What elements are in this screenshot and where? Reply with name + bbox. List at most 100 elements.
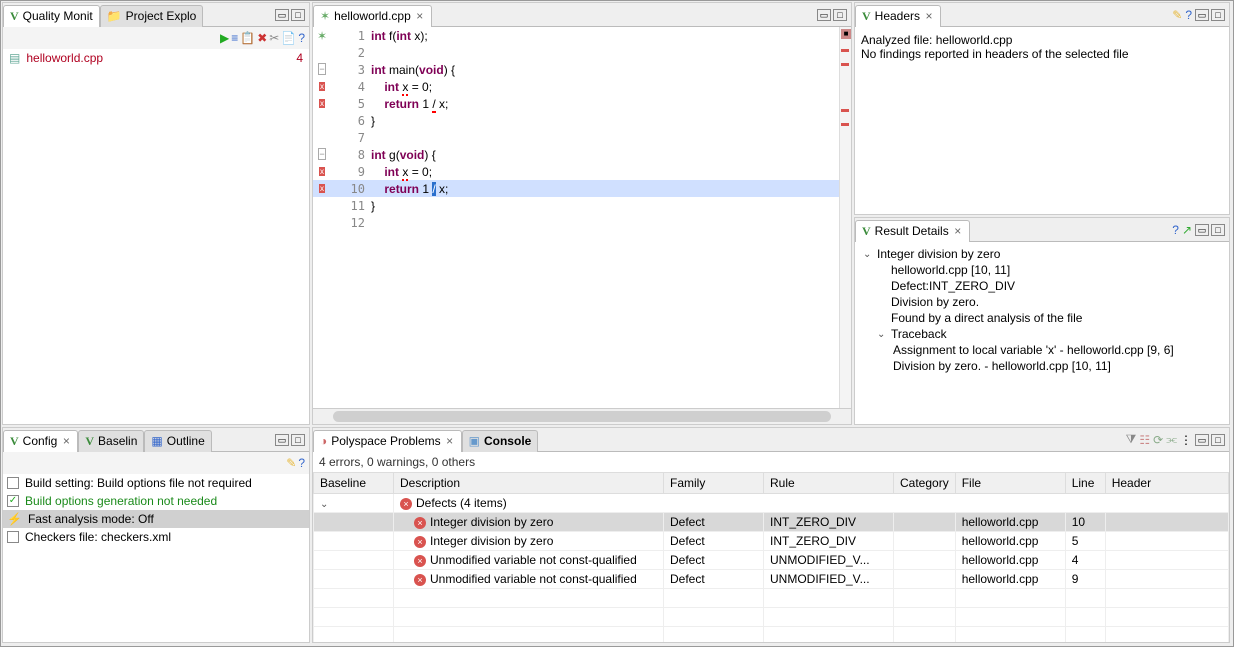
code-line[interactable]: −3int main(void) { [313, 61, 839, 78]
config-item[interactable]: ⚡Fast analysis mode: Off [3, 510, 309, 528]
code-line[interactable]: x9 int x = 0; [313, 163, 839, 180]
tab-project-explorer[interactable]: 📁 Project Explo [100, 5, 204, 27]
edit-icon[interactable]: ✎ [1172, 8, 1182, 22]
filter-icon[interactable]: ⧩ [1126, 432, 1137, 447]
code-line[interactable]: 7 [313, 129, 839, 146]
note-icon[interactable]: 📄 [281, 31, 296, 45]
tab-result-details[interactable]: V Result Details × [855, 220, 970, 242]
tab-config[interactable]: V Config × [3, 430, 78, 452]
column-header[interactable]: Description [394, 473, 664, 494]
checkbox[interactable]: ✓ [7, 495, 19, 507]
code-editor[interactable]: ✶1int f(int x); 2−3int main(void) {x4 int… [313, 27, 839, 408]
maximize-icon[interactable]: □ [1211, 224, 1225, 236]
result-detail-line[interactable]: helloworld.cpp [10, 11] [859, 262, 1225, 278]
code-line[interactable]: −8int g(void) { [313, 146, 839, 163]
table-row[interactable]: ×Unmodified variable not const-qualified… [314, 551, 1229, 570]
table-row[interactable]: ×Integer division by zeroDefectINT_ZERO_… [314, 532, 1229, 551]
delete-icon[interactable]: ✖ [257, 31, 267, 45]
chevron-down-icon[interactable]: ⌄ [863, 249, 873, 260]
tab-console[interactable]: ▣ Console [462, 430, 539, 452]
traceback-node[interactable]: ⌄ Traceback [859, 326, 1225, 342]
tree-icon[interactable]: ☷ [1139, 433, 1150, 447]
code-line[interactable]: 12 [313, 214, 839, 231]
gutter-marker[interactable]: x [313, 81, 331, 92]
maximize-icon[interactable]: □ [1211, 9, 1225, 21]
clipboard-icon[interactable]: 📋 [240, 31, 255, 45]
gutter-marker[interactable]: x [313, 166, 331, 177]
config-item[interactable]: ✓Build options generation not needed [3, 492, 309, 510]
code-line[interactable]: ✶1int f(int x); [313, 27, 839, 44]
chevron-down-icon[interactable]: ⌄ [320, 499, 328, 510]
tab-outline[interactable]: ▦ Outline [144, 430, 211, 452]
traceback-line[interactable]: Assignment to local variable 'x' - hello… [859, 342, 1225, 358]
maximize-icon[interactable]: □ [1211, 434, 1225, 446]
file-row-helloworld[interactable]: ▤ helloworld.cpp 4 [3, 49, 309, 67]
tab-baseline[interactable]: V Baselin [78, 430, 144, 452]
table-row[interactable]: ×Integer division by zeroDefectINT_ZERO_… [314, 513, 1229, 532]
close-icon[interactable]: × [61, 434, 71, 448]
help-icon[interactable]: ? [1185, 8, 1192, 22]
minimize-icon[interactable]: ▭ [1195, 434, 1209, 446]
traceback-line[interactable]: Division by zero. - helloworld.cpp [10, … [859, 358, 1225, 374]
maximize-icon[interactable]: □ [833, 9, 847, 21]
table-group-row[interactable]: ⌄×Defects (4 items) [314, 494, 1229, 513]
help-icon[interactable]: ? [1172, 223, 1179, 237]
close-icon[interactable]: × [415, 9, 425, 23]
line-number: 2 [331, 46, 371, 60]
result-root[interactable]: ⌄ Integer division by zero [859, 246, 1225, 262]
code-line[interactable]: x5 return 1 / x; [313, 95, 839, 112]
column-header[interactable]: Category [894, 473, 956, 494]
column-header[interactable]: Rule [764, 473, 894, 494]
code-line[interactable]: 11} [313, 197, 839, 214]
menu-icon[interactable]: ⋮ [1180, 433, 1192, 447]
wrench-icon[interactable]: ✂ [269, 31, 279, 45]
run-icon[interactable]: ▶ [220, 31, 229, 45]
checkbox[interactable] [7, 531, 19, 543]
result-detail-line[interactable]: Defect:INT_ZERO_DIV [859, 278, 1225, 294]
column-header[interactable]: Line [1065, 473, 1105, 494]
minimize-icon[interactable]: ▭ [817, 9, 831, 21]
edit-icon[interactable]: ✎ [286, 456, 296, 470]
close-icon[interactable]: × [924, 9, 934, 23]
gutter-marker[interactable]: x [313, 98, 331, 109]
result-detail-line[interactable]: Found by a direct analysis of the file [859, 310, 1225, 326]
sync-icon[interactable]: ⟳ [1153, 433, 1163, 447]
result-detail-line[interactable]: Division by zero. [859, 294, 1225, 310]
column-header[interactable]: Family [664, 473, 764, 494]
help-icon[interactable]: ? [298, 31, 305, 45]
code-line[interactable]: 6} [313, 112, 839, 129]
gutter-marker[interactable]: − [313, 64, 331, 75]
overview-ruler[interactable]: ■ [839, 27, 851, 408]
code-line[interactable]: x4 int x = 0; [313, 78, 839, 95]
help-icon[interactable]: ? [298, 456, 305, 470]
close-icon[interactable]: × [445, 434, 455, 448]
column-header[interactable]: Baseline [314, 473, 394, 494]
minimize-icon[interactable]: ▭ [1195, 9, 1209, 21]
gutter-marker[interactable]: − [313, 149, 331, 160]
minimize-icon[interactable]: ▭ [1195, 224, 1209, 236]
code-line[interactable]: 2 [313, 44, 839, 61]
share-icon[interactable]: ⫘ [1166, 432, 1177, 447]
column-header[interactable]: Header [1105, 473, 1228, 494]
table-row[interactable]: ×Unmodified variable not const-qualified… [314, 570, 1229, 589]
close-icon[interactable]: × [953, 224, 963, 238]
export-icon[interactable]: ↗ [1182, 223, 1192, 237]
code-line[interactable]: x10 return 1 / x; [313, 180, 839, 197]
minimize-icon[interactable]: ▭ [275, 434, 289, 446]
config-item[interactable]: Checkers file: checkers.xml [3, 528, 309, 546]
gutter-marker[interactable]: x [313, 183, 331, 194]
scrollbar-horizontal[interactable] [313, 408, 851, 424]
tab-headers[interactable]: V Headers × [855, 5, 941, 27]
tab-polyspace-problems[interactable]: ◑ Polyspace Problems × [313, 430, 462, 452]
tab-quality-monitor[interactable]: V Quality Monit [3, 5, 100, 27]
maximize-icon[interactable]: □ [291, 434, 305, 446]
chevron-down-icon[interactable]: ⌄ [877, 329, 887, 340]
minimize-icon[interactable]: ▭ [275, 9, 289, 21]
checkbox[interactable] [7, 477, 19, 489]
tab-editor-file[interactable]: ✶ helloworld.cpp × [313, 5, 432, 27]
list-icon[interactable]: ≡ [231, 31, 238, 45]
column-header[interactable]: File [955, 473, 1065, 494]
maximize-icon[interactable]: □ [291, 9, 305, 21]
gutter-marker[interactable]: ✶ [313, 29, 331, 43]
config-item[interactable]: Build setting: Build options file not re… [3, 474, 309, 492]
